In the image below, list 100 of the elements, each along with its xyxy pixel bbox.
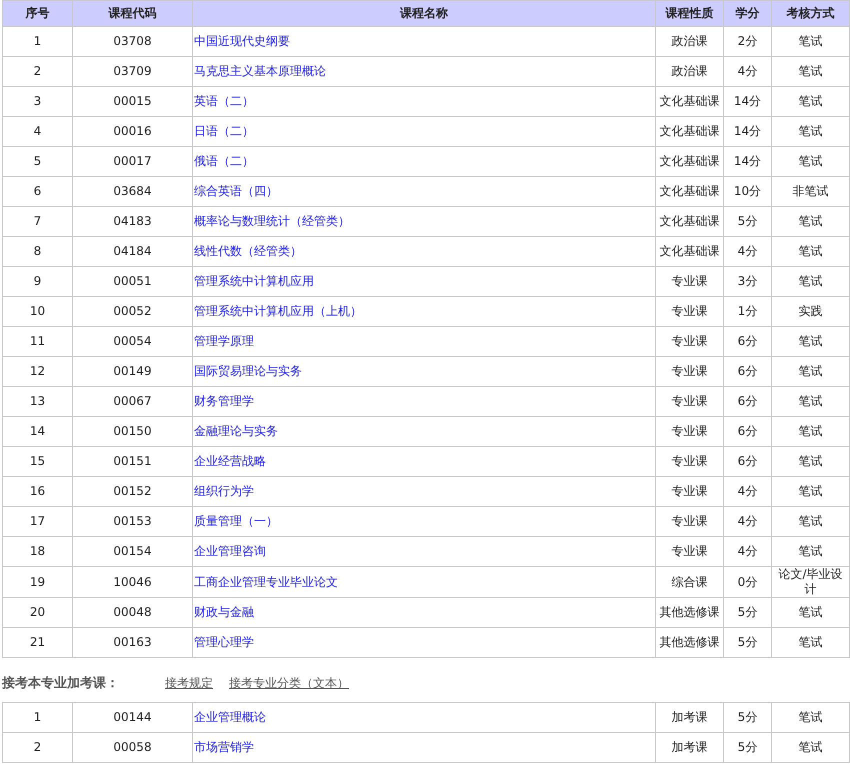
table-cell: 笔试 bbox=[772, 416, 850, 446]
course-link[interactable]: 俄语（二） bbox=[194, 154, 254, 168]
table-cell: 笔试 bbox=[772, 386, 850, 416]
table-cell: 2分 bbox=[724, 26, 772, 56]
table-cell: 04183 bbox=[72, 206, 192, 236]
table-cell: 笔试 bbox=[772, 236, 850, 266]
table-cell: 其他选修课 bbox=[656, 598, 724, 628]
table-cell: 政治课 bbox=[656, 26, 724, 56]
course-link[interactable]: 概率论与数理统计（经管类） bbox=[194, 214, 350, 228]
table-cell: 14分 bbox=[724, 86, 772, 116]
table-cell: 其他选修课 bbox=[656, 628, 724, 658]
course-link[interactable]: 管理学原理 bbox=[194, 334, 254, 348]
table-cell: 专业课 bbox=[656, 266, 724, 296]
table-cell: 16 bbox=[2, 476, 72, 506]
table-cell: 00151 bbox=[72, 446, 192, 476]
table-cell: 笔试 bbox=[772, 356, 850, 386]
table-cell: 00163 bbox=[72, 628, 192, 658]
course-link[interactable]: 企业管理咨询 bbox=[194, 544, 266, 558]
table-cell: 4分 bbox=[724, 236, 772, 266]
table-cell: 文化基础课 bbox=[656, 206, 724, 236]
table-cell: 04184 bbox=[72, 236, 192, 266]
table-cell: 笔试 bbox=[772, 206, 850, 236]
table-cell: 14分 bbox=[724, 116, 772, 146]
table-cell: 00054 bbox=[72, 326, 192, 356]
column-header: 考核方式 bbox=[772, 0, 850, 26]
table-cell: 10分 bbox=[724, 176, 772, 206]
course-link[interactable]: 管理系统中计算机应用（上机） bbox=[194, 304, 362, 318]
table-cell: 00153 bbox=[72, 506, 192, 536]
table-cell: 论文/毕业设计 bbox=[772, 566, 850, 598]
course-link[interactable]: 组织行为学 bbox=[194, 484, 254, 498]
table-cell: 7 bbox=[2, 206, 72, 236]
table-cell: 4分 bbox=[724, 536, 772, 566]
table-cell: 政治课 bbox=[656, 56, 724, 86]
course-link[interactable]: 企业经营战略 bbox=[194, 454, 266, 468]
table-cell: 00048 bbox=[72, 598, 192, 628]
section-link[interactable]: 接考规定 bbox=[165, 674, 213, 692]
table-cell: 3 bbox=[2, 86, 72, 116]
column-header: 序号 bbox=[2, 0, 72, 26]
table-cell: 实践 bbox=[772, 296, 850, 326]
table-cell: 00067 bbox=[72, 386, 192, 416]
table-cell: 6 bbox=[2, 176, 72, 206]
course-link[interactable]: 工商企业管理专业毕业论文 bbox=[194, 574, 338, 588]
course-link[interactable]: 管理心理学 bbox=[194, 635, 254, 649]
course-link[interactable]: 线性代数（经管类） bbox=[194, 244, 302, 258]
course-link[interactable]: 马克思主义基本原理概论 bbox=[194, 64, 326, 78]
column-header: 课程名称 bbox=[192, 0, 656, 26]
section-title: 接考本专业加考课： bbox=[2, 674, 119, 692]
section-link[interactable]: 接考专业分类（文本） bbox=[229, 674, 349, 692]
course-link[interactable]: 财政与金融 bbox=[194, 605, 254, 619]
course-link[interactable]: 金融理论与实务 bbox=[194, 424, 278, 438]
table-cell: 专业课 bbox=[656, 536, 724, 566]
course-link[interactable]: 中国近现代史纲要 bbox=[194, 34, 290, 48]
table-cell: 5分 bbox=[724, 628, 772, 658]
column-header: 学分 bbox=[724, 0, 772, 26]
table-cell: 21 bbox=[2, 628, 72, 658]
course-link[interactable]: 质量管理（一） bbox=[194, 514, 278, 528]
table-cell: 文化基础课 bbox=[656, 146, 724, 176]
table-cell: 6分 bbox=[724, 446, 772, 476]
table-cell: 00152 bbox=[72, 476, 192, 506]
table-cell: 笔试 bbox=[772, 266, 850, 296]
table-cell: 1 bbox=[2, 702, 72, 732]
table-cell: 综合课 bbox=[656, 566, 724, 598]
table-cell: 03684 bbox=[72, 176, 192, 206]
course-link[interactable]: 英语（二） bbox=[194, 94, 254, 108]
table-cell: 专业课 bbox=[656, 446, 724, 476]
table-cell: 6分 bbox=[724, 356, 772, 386]
table-cell: 9 bbox=[2, 266, 72, 296]
table-cell: 1 bbox=[2, 26, 72, 56]
table-cell: 00016 bbox=[72, 116, 192, 146]
table-cell: 文化基础课 bbox=[656, 116, 724, 146]
course-link[interactable]: 市场营销学 bbox=[194, 740, 254, 754]
table-cell: 笔试 bbox=[772, 86, 850, 116]
table-cell: 5分 bbox=[724, 598, 772, 628]
course-link[interactable]: 日语（二） bbox=[194, 124, 254, 138]
table-cell: 笔试 bbox=[772, 146, 850, 176]
column-header: 课程代码 bbox=[72, 0, 192, 26]
table-cell: 加考课 bbox=[656, 702, 724, 732]
table-cell: 20 bbox=[2, 598, 72, 628]
course-link[interactable]: 管理系统中计算机应用 bbox=[194, 274, 314, 288]
table-cell: 10046 bbox=[72, 566, 192, 598]
table-cell: 文化基础课 bbox=[656, 236, 724, 266]
table-cell: 笔试 bbox=[772, 26, 850, 56]
table-cell: 2 bbox=[2, 732, 72, 762]
table-cell: 19 bbox=[2, 566, 72, 598]
course-link[interactable]: 综合英语（四） bbox=[194, 184, 278, 198]
course-link[interactable]: 企业管理概论 bbox=[194, 710, 266, 724]
course-link[interactable]: 财务管理学 bbox=[194, 394, 254, 408]
table-cell: 笔试 bbox=[772, 56, 850, 86]
table-cell: 00058 bbox=[72, 732, 192, 762]
table-cell: 17 bbox=[2, 506, 72, 536]
table-cell: 1分 bbox=[724, 296, 772, 326]
table-cell: 笔试 bbox=[772, 506, 850, 536]
table-cell: 4分 bbox=[724, 56, 772, 86]
table-cell: 笔试 bbox=[772, 598, 850, 628]
table-cell: 3分 bbox=[724, 266, 772, 296]
table-cell: 笔试 bbox=[772, 476, 850, 506]
table-cell: 00149 bbox=[72, 356, 192, 386]
course-link[interactable]: 国际贸易理论与实务 bbox=[194, 364, 302, 378]
table-cell: 专业课 bbox=[656, 506, 724, 536]
table-cell: 0分 bbox=[724, 566, 772, 598]
